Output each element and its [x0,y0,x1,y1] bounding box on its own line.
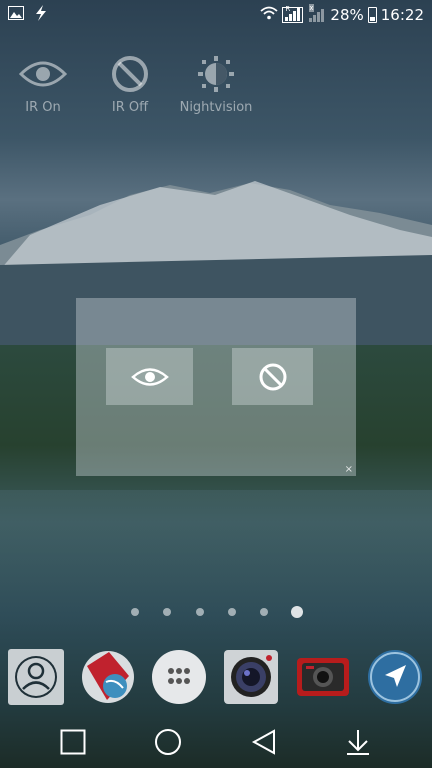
recents-button[interactable] [57,726,89,758]
ir-quick-actions: IR On IR Off Nightvision [0,54,432,134]
page-dot[interactable] [228,608,236,616]
app-drawer-icon [152,650,206,704]
sim2-tag: x [309,4,314,12]
contacts-icon [8,649,64,705]
browser-app[interactable] [79,648,137,706]
ir-control-dialog: × [76,298,356,476]
flash-icon [34,5,48,25]
quick-action-nightvision[interactable]: Nightvision [178,54,254,115]
navigation-icon [368,650,422,704]
block-icon [259,363,286,390]
battery-percent: 28% [330,6,364,24]
signal-icon: x [307,4,326,23]
ir-off-button[interactable] [232,348,313,405]
signal-icon: R [282,5,304,23]
image-icon [8,6,24,24]
quick-action-label: IR On [25,100,61,115]
page-dot-active[interactable] [291,606,303,618]
status-bar: R x 28% 16:22 [0,0,432,30]
quick-action-ir-on[interactable]: IR On [18,54,68,115]
back-icon [251,729,275,755]
eye-icon [130,367,169,386]
contacts-app[interactable] [7,648,65,706]
quick-action-ir-off[interactable]: IR Off [104,54,156,115]
video-camera-icon [297,658,349,696]
battery-icon [367,7,377,23]
notification-pull-icon [347,730,369,755]
recents-icon [60,729,86,755]
app-drawer[interactable] [150,648,208,706]
eye-icon [19,61,67,87]
home-button[interactable] [152,726,184,758]
clock: 16:22 [380,6,424,24]
page-dot[interactable] [260,608,268,616]
page-dot[interactable] [196,608,204,616]
dialog-close-icon[interactable]: × [345,464,353,475]
page-dot[interactable] [163,608,171,616]
ir-on-button[interactable] [106,348,193,405]
navigation-app[interactable] [366,648,424,706]
quick-action-label: Nightvision [179,100,253,115]
block-icon [112,56,148,92]
camera-app[interactable] [222,648,280,706]
camera-icon [224,650,278,704]
nightvision-icon [198,56,234,92]
back-button[interactable] [248,726,280,758]
home-icon [155,729,181,755]
app-dock [0,648,432,708]
video-camera-app[interactable] [294,648,352,706]
notification-pull-button[interactable] [342,726,374,758]
wifi-icon [260,6,279,24]
browser-icon [82,651,134,703]
navigation-bar [0,712,432,768]
quick-action-label: IR Off [111,100,149,115]
sim1-tag: R [285,5,291,13]
page-dot[interactable] [131,608,139,616]
page-indicator [0,604,432,620]
